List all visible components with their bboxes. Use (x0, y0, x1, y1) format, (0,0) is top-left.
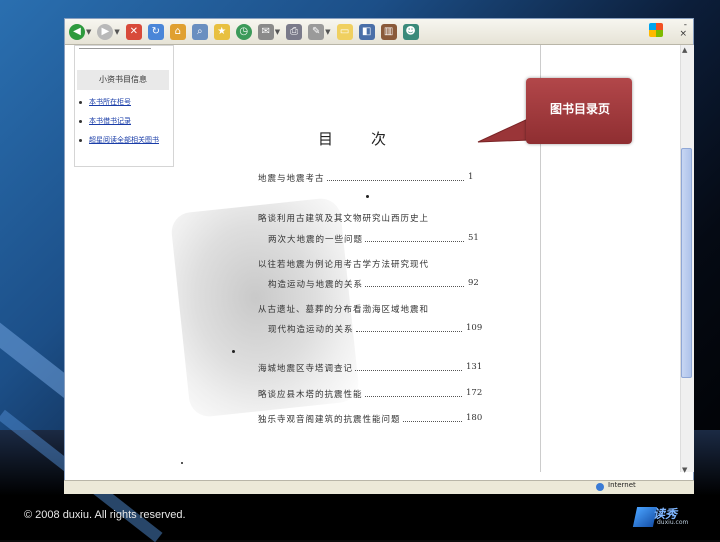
toc-entry-title[interactable]: 海城地震区寺塔调查记 (258, 362, 353, 374)
stop-icon[interactable]: ✕ (125, 23, 142, 40)
status-zone-label: Internet (608, 481, 636, 489)
toc-entry-page: 172 (466, 388, 483, 398)
bullet-icon (79, 101, 82, 104)
messenger-icon[interactable]: ☻ (402, 23, 419, 40)
back-icon[interactable]: ◀ (69, 23, 85, 40)
sidebar-header-rule (79, 46, 151, 49)
toc-entry-title[interactable]: 略谈利用古建筑及其文物研究山西历史上 (258, 212, 429, 224)
forward-icon[interactable]: ▶ (97, 23, 114, 40)
history-icon[interactable]: ◷ (235, 23, 252, 40)
toc-entry-page: 51 (468, 233, 479, 243)
back-dropdown-icon[interactable]: ▼ (86, 28, 91, 36)
book-info-sidebar: 小资书目信息 本书所在柜号 本书借书记录 超星阅读全部相关图书 (74, 45, 174, 167)
dot-leader (402, 421, 462, 422)
toc-entry-page: 180 (466, 413, 483, 423)
windows-logo-icon (649, 23, 663, 37)
search-icon[interactable]: ⌕ (191, 23, 208, 40)
toc-entry-title-cont[interactable]: 现代构造运动的关系 (268, 323, 354, 335)
toc-entry-title[interactable]: 从古遗址、墓葬的分布看渤海区域地震和 (258, 303, 429, 315)
dot-leader (365, 241, 464, 242)
toc-entry-page: 92 (468, 278, 479, 288)
scrollbar-thumb[interactable] (681, 148, 692, 378)
favorites-icon[interactable]: ★ (213, 23, 230, 40)
toc-entry-page: 1 (468, 172, 474, 182)
window-controls[interactable]: - × (679, 21, 687, 39)
stray-dot (181, 462, 183, 464)
sidebar-item-borrow-record[interactable]: 本书借书记录 (89, 116, 131, 126)
toc-entry-page: 131 (466, 362, 483, 372)
separator-dot (232, 350, 235, 353)
toc-entry-title-cont[interactable]: 构造运动与地震的关系 (268, 278, 363, 290)
dot-leader (326, 180, 464, 181)
bookshelf-icon[interactable]: ▥ (380, 23, 397, 40)
toc-entry-title[interactable]: 独乐寺观音阁建筑的抗震性能问题 (258, 413, 401, 425)
duxiu-logo: 读秀 duxiu.com (632, 505, 693, 531)
folder-icon[interactable]: ▭ (336, 23, 353, 40)
copyright-notice: © 2008 duxiu. All rights reserved. (24, 509, 186, 521)
browser-toolbar: ◀ ▼ ▶ ▼ ✕ ↻ ⌂ ⌕ ★ ◷ ✉ ▼ ⎙ ✎ ▼ ▭ ◧ ▥ ☻ - × (65, 19, 693, 45)
dot-leader (364, 396, 462, 397)
edit-icon[interactable]: ✎ (308, 23, 325, 40)
toc-entry-page: 109 (466, 323, 483, 333)
research-icon[interactable]: ◧ (358, 23, 375, 40)
forward-dropdown-icon[interactable]: ▼ (114, 28, 119, 36)
edit-dropdown-icon[interactable]: ▼ (325, 28, 330, 36)
toc-entry-title[interactable]: 地震与地震考古 (258, 172, 325, 184)
toc-entry-title[interactable]: 略谈应县木塔的抗震性能 (258, 388, 363, 400)
home-icon[interactable]: ⌂ (169, 23, 186, 40)
separator-dot (366, 195, 369, 198)
sidebar-item-shelf-number[interactable]: 本书所在柜号 (89, 97, 131, 107)
bullet-icon (79, 120, 82, 123)
scroll-down-icon[interactable]: ▼ (682, 466, 687, 474)
dot-leader (365, 286, 464, 287)
bullet-icon (79, 139, 82, 142)
mail-dropdown-icon[interactable]: ▼ (275, 28, 280, 36)
print-icon[interactable]: ⎙ (286, 23, 303, 40)
internet-zone-icon (596, 483, 604, 491)
dot-leader (355, 331, 462, 332)
page-title: 目次 (318, 130, 425, 148)
toc-entry-title-cont[interactable]: 两次大地震的一些问题 (268, 233, 363, 245)
logo-domain-text: duxiu.com (657, 519, 689, 526)
mail-icon[interactable]: ✉ (257, 23, 274, 40)
dot-leader (355, 370, 462, 371)
callout-label: 图书目录页 (549, 102, 610, 116)
sidebar-title: 小资书目信息 (77, 70, 169, 90)
sidebar-item-related-books[interactable]: 超星阅读全部相关图书 (89, 135, 159, 145)
toc-entry-title[interactable]: 以往若地震为例论用考古学方法研究现代 (258, 258, 429, 270)
scroll-up-icon[interactable]: ▲ (682, 46, 687, 54)
refresh-icon[interactable]: ↻ (147, 23, 164, 40)
